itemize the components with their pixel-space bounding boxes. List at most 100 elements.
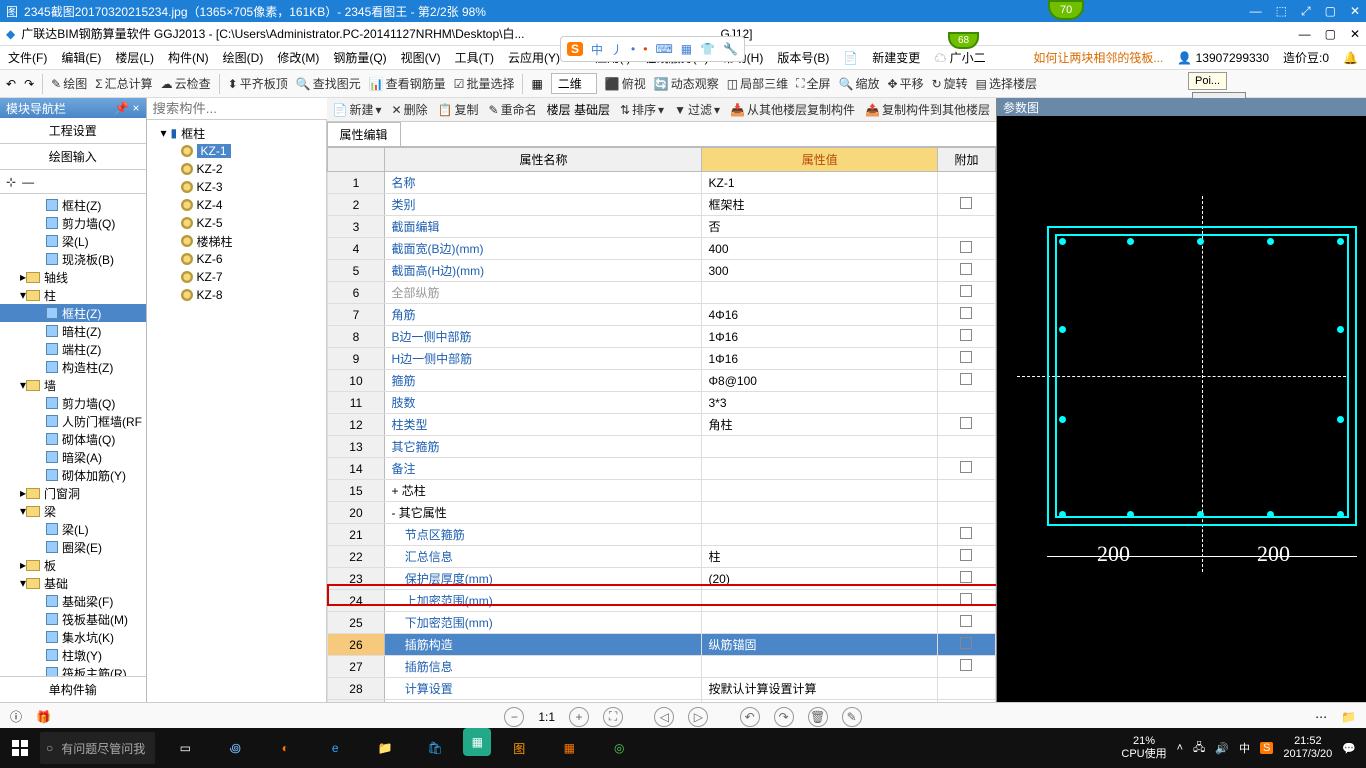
task-store[interactable]: 🛍 [413,728,457,768]
new-change[interactable]: 新建变更 [872,49,920,66]
rotate-left-icon[interactable]: ↶ [740,707,760,727]
property-row[interactable]: 25 下加密范围(mm) [327,612,995,634]
notification-icon[interactable]: 💬 [1342,742,1356,755]
user-name[interactable]: ☁ 广小二 [934,49,985,66]
task-explorer[interactable]: 📁 [363,728,407,768]
delete-icon[interactable]: 🗑 [808,707,828,727]
section-canvas[interactable]: 150 150 200 200 [997,116,1366,702]
menu-floor[interactable]: 楼层(L) [115,49,154,66]
property-row[interactable]: 24 上加密范围(mm) [327,590,995,612]
cpu-meter[interactable]: 21%CPU使用 [1121,735,1166,761]
tree-item[interactable]: ▸ 板 [0,556,146,574]
property-row[interactable]: 7角筋4Φ16 [327,304,995,326]
task-view-icon[interactable]: ▭ [163,728,207,768]
orbit-button[interactable]: 🔄 动态观察 [654,75,719,92]
info-icon[interactable]: ⓘ [10,708,22,725]
copy-button[interactable]: 📋复制 [438,101,479,118]
prev-icon[interactable]: ◁ [654,707,674,727]
app-min-icon[interactable]: — [1299,27,1311,41]
search-input[interactable] [147,98,336,119]
box-icon[interactable]: ▦ [531,77,542,91]
property-row[interactable]: 3截面编辑否 [327,216,995,238]
instance-item[interactable]: KZ-5 [147,214,326,232]
fullscreen-icon[interactable]: ⤢ [1301,4,1311,19]
tree-item[interactable]: 筏板基础(M) [0,610,146,628]
instance-tree[interactable]: ▾▮框柱 KZ-1KZ-2KZ-3KZ-4KZ-5楼梯柱KZ-6KZ-7KZ-8 [147,120,326,308]
tree-item[interactable]: 柱墩(Y) [0,646,146,664]
property-row[interactable]: 14备注 [327,458,995,480]
rename-button[interactable]: ✎重命名 [489,101,537,118]
property-row[interactable]: 10箍筋Φ8@100 [327,370,995,392]
tree-item[interactable]: ▾ 梁 [0,502,146,520]
tree-item[interactable]: 砌体加筋(Y) [0,466,146,484]
section-project[interactable]: 工程设置 [0,118,146,144]
tree-item[interactable]: 端柱(Z) [0,340,146,358]
property-table[interactable]: 属性名称 属性值 附加 1名称KZ-12类别框架柱3截面编辑否4截面宽(B边)(… [327,147,996,702]
instance-item[interactable]: KZ-1 [147,142,326,160]
tree-item[interactable]: 框柱(Z) [0,304,146,322]
task-edge[interactable]: e [313,728,357,768]
cortana-search[interactable]: ○ 有问题尽管问我 [40,732,155,764]
property-row[interactable]: 5截面高(H边)(mm)300 [327,260,995,282]
menu-component[interactable]: 构件(N) [168,49,209,66]
min-icon[interactable]: — [1250,4,1262,18]
task-app6[interactable]: ◎ [597,728,641,768]
flush-top-button[interactable]: ⬍ 平齐板顶 [228,75,288,92]
ime-s-icon[interactable]: S [567,42,583,56]
notif-icon[interactable]: 🔔 [1343,51,1358,65]
property-row[interactable]: 22 汇总信息柱 [327,546,995,568]
batch-select-button[interactable]: ☑ 批量选择 [454,75,515,92]
property-row[interactable]: 20- 其它属性 [327,502,995,524]
select-floor-button[interactable]: ▤ 选择楼层 [976,75,1037,92]
task-app1[interactable]: ꩜ [213,728,257,768]
tree-item[interactable]: 暗柱(Z) [0,322,146,340]
section-draw[interactable]: 绘图输入 [0,144,146,170]
tree-item[interactable]: ▾ 柱 [0,286,146,304]
taskbar[interactable]: ○ 有问题尽管问我 ▭ ꩜ ◐ e 📁 🛍 ▦ 图 ▦ ◎ 21%CPU使用 ˄… [0,728,1366,768]
menu-rebar[interactable]: 钢筋量(Q) [333,49,386,66]
property-row[interactable]: 13其它箍筋 [327,436,995,458]
tree-item[interactable]: 人防门框墙(RF [0,412,146,430]
tray-vol-icon[interactable]: 🔊 [1215,742,1229,755]
app-max-icon[interactable]: ▢ [1325,27,1336,41]
cloud-check-button[interactable]: ☁ 云检查 [161,75,211,92]
property-row[interactable]: 12柱类型角柱 [327,414,995,436]
property-row[interactable]: 11肢数3*3 [327,392,995,414]
property-row[interactable]: 21 节点区箍筋 [327,524,995,546]
view-mode-select[interactable]: 二维 [551,73,597,94]
menu-version[interactable]: 版本号(B) [777,49,829,66]
instance-item[interactable]: 楼梯柱 [147,232,326,250]
menu-draw[interactable]: 绘图(D) [223,49,264,66]
component-tree[interactable]: 框柱(Z)剪力墙(Q)梁(L)现浇板(B)▸ 轴线▾ 柱框柱(Z)暗柱(Z)端柱… [0,194,146,676]
gift-icon[interactable]: 🎁 [36,710,51,724]
tree-item[interactable]: 构造柱(Z) [0,358,146,376]
menu-tool[interactable]: 工具(T) [455,49,494,66]
property-row[interactable]: 1名称KZ-1 [327,172,995,194]
top-view-button[interactable]: ⬛ 俯视 [605,75,646,92]
sum-button[interactable]: Σ 汇总计算 [95,75,152,92]
tree-item[interactable]: ▾ 墙 [0,376,146,394]
instance-item[interactable]: KZ-8 [147,286,326,304]
app-close-icon[interactable]: ✕ [1350,27,1360,41]
draw-button[interactable]: ✎绘图 [51,75,87,92]
tray-net-icon[interactable]: 🖧 [1193,739,1205,758]
property-row[interactable]: 6全部纵筋 [327,282,995,304]
task-app2[interactable]: ◐ [263,728,307,768]
single-component[interactable]: 单构件输 [0,676,146,702]
more-icon[interactable]: ⋯ [1315,710,1327,724]
property-row[interactable]: 15+ 芯柱 [327,480,995,502]
local-3d-button[interactable]: ◫ 局部三维 [727,75,788,92]
pin-icon[interactable]: 📌 [114,101,129,115]
view-rebar-button[interactable]: 📊 查看钢筋量 [369,75,446,92]
new-button[interactable]: 📄新建 ▾ [333,101,382,118]
tree-item[interactable]: 基础梁(F) [0,592,146,610]
restore-icon[interactable]: ⬚ [1276,4,1287,18]
zoom-ratio[interactable]: 1:1 [538,710,555,724]
menu-view[interactable]: 视图(V) [401,49,441,66]
rotate-button[interactable]: ↻ 旋转 [932,75,968,92]
instance-item[interactable]: KZ-3 [147,178,326,196]
delete-button[interactable]: ✕删除 [392,101,428,118]
user-id[interactable]: 👤 13907299330 [1177,51,1269,65]
menu-edit[interactable]: 编辑(E) [61,49,101,66]
property-row[interactable]: 8B边一侧中部筋1Φ16 [327,326,995,348]
